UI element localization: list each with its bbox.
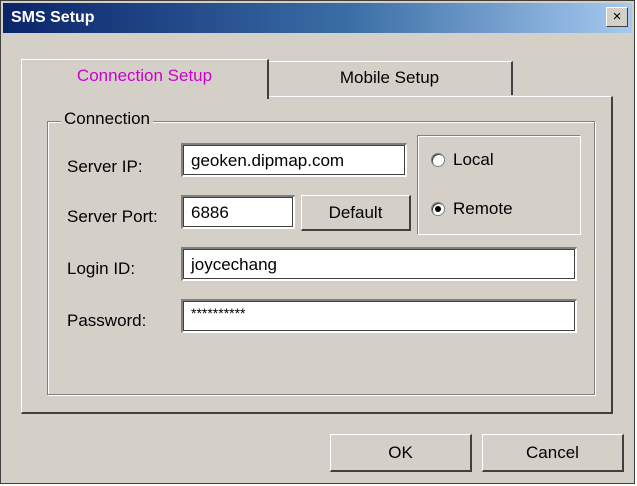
server-ip-label: Server IP: bbox=[67, 157, 143, 176]
server-port-input[interactable]: 6886 bbox=[181, 195, 295, 229]
password-input[interactable]: ********** bbox=[181, 299, 577, 333]
password-label: Password: bbox=[67, 311, 147, 330]
window-title: SMS Setup bbox=[11, 9, 95, 26]
ok-button[interactable]: OK bbox=[330, 434, 472, 472]
tab-connection-setup[interactable]: Connection Setup bbox=[21, 59, 269, 99]
login-id-input[interactable]: joycechang bbox=[181, 247, 577, 281]
server-ip-input[interactable]: geoken.dipmap.com bbox=[181, 143, 407, 177]
connection-mode-group bbox=[417, 135, 581, 235]
radio-unchecked-icon bbox=[431, 153, 445, 167]
title-bar[interactable]: SMS Setup × bbox=[3, 3, 632, 33]
remote-radio-label: Remote bbox=[453, 199, 513, 218]
login-id-label: Login ID: bbox=[67, 259, 136, 278]
sms-setup-dialog: SMS Setup × Connection Setup Mobile Setu… bbox=[0, 0, 635, 484]
connection-group-label: Connection bbox=[61, 109, 154, 129]
server-port-label: Server Port: bbox=[67, 207, 158, 226]
close-button[interactable]: × bbox=[606, 7, 628, 27]
cancel-button[interactable]: Cancel bbox=[482, 434, 624, 472]
radio-checked-icon bbox=[431, 202, 445, 216]
local-radio-label: Local bbox=[453, 150, 494, 169]
tab-mobile-setup[interactable]: Mobile Setup bbox=[267, 61, 513, 95]
default-button[interactable]: Default bbox=[301, 195, 411, 231]
close-icon: × bbox=[612, 8, 622, 25]
